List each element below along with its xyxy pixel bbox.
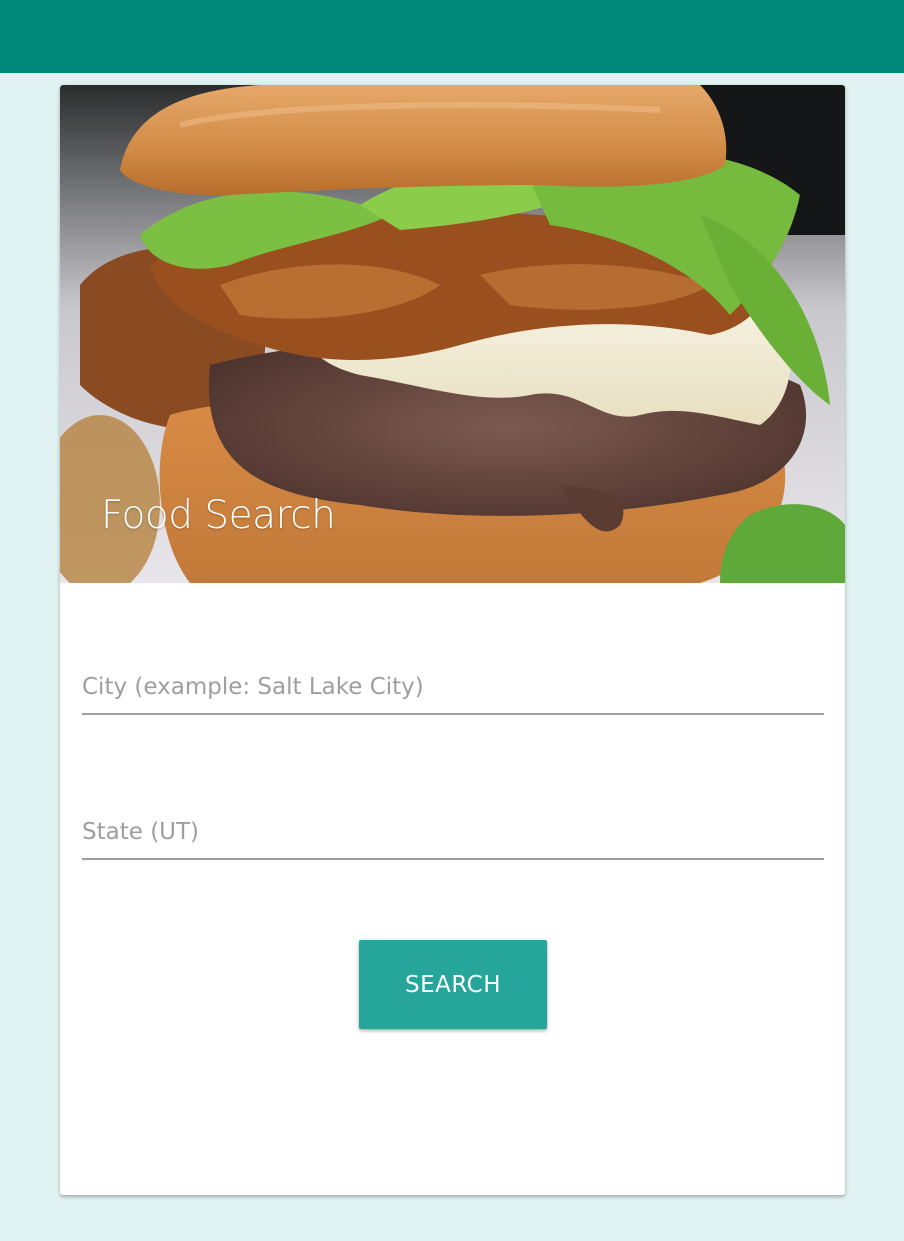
city-input[interactable] bbox=[82, 665, 824, 709]
city-field[interactable] bbox=[82, 665, 824, 715]
top-app-bar bbox=[0, 0, 904, 73]
state-field[interactable] bbox=[82, 810, 824, 860]
food-search-card: Food Search SEARCH bbox=[60, 85, 845, 1195]
state-input[interactable] bbox=[82, 810, 824, 854]
burger-hero-image: Food Search bbox=[60, 85, 845, 583]
search-button[interactable]: SEARCH bbox=[359, 940, 547, 1029]
page-title: Food Search bbox=[101, 493, 336, 538]
